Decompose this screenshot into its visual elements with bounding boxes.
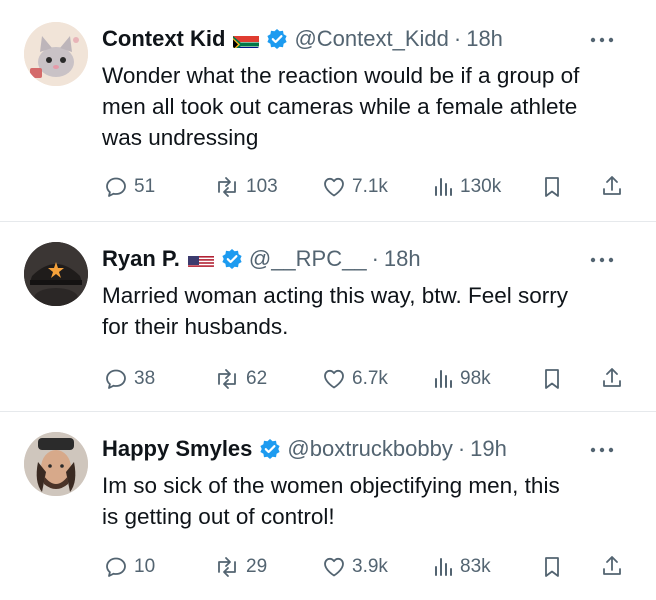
user-handle[interactable]: @boxtruckbobby (287, 434, 452, 464)
tweet-header: Ryan P. @__RPC__ · 18h (102, 244, 586, 274)
tweet-1[interactable]: Context Kid @Context_Kidd · 18h Wonder w… (0, 0, 656, 222)
separator-dot: · (457, 436, 466, 461)
tweet-text: Im so sick of the women objectifying men… (102, 473, 560, 529)
tweet-2[interactable]: Ryan P. @__RPC__ · 18h Married woman act… (0, 222, 656, 412)
share-icon[interactable] (600, 554, 624, 578)
tweet-header: Happy Smyles @boxtruckbobby · 19h (102, 434, 586, 464)
like-count: 6.7k (352, 368, 388, 389)
repost-icon (218, 557, 236, 577)
like-button[interactable]: 3.9k (322, 552, 388, 582)
repost-button[interactable]: 103 (214, 172, 278, 202)
repost-button[interactable]: 62 (214, 364, 267, 394)
views-count: 98k (460, 368, 491, 389)
timestamp[interactable]: 18h (466, 24, 503, 54)
repost-button[interactable]: 29 (214, 552, 267, 582)
like-count: 3.9k (352, 556, 388, 577)
like-button[interactable]: 7.1k (322, 172, 388, 202)
like-icon (324, 557, 344, 577)
more-icon[interactable] (588, 35, 616, 45)
reply-count: 10 (134, 556, 156, 577)
reply-count: 38 (134, 368, 156, 389)
reply-icon (106, 557, 126, 577)
reply-count: 51 (134, 176, 156, 197)
views-button[interactable]: 98k (432, 364, 491, 394)
tweet-actions: 10 29 3.9k 83k (0, 552, 656, 582)
reply-icon (106, 369, 126, 389)
views-button[interactable]: 83k (432, 552, 491, 582)
verified-badge-icon (221, 248, 243, 270)
verified-badge-icon (259, 438, 281, 460)
avatar-ryan-p[interactable] (24, 242, 88, 306)
timestamp[interactable]: 18h (384, 244, 421, 274)
user-handle[interactable]: @__RPC__ (249, 244, 367, 274)
verified-badge-icon (266, 28, 288, 50)
repost-count: 29 (246, 556, 268, 577)
tweet-header: Context Kid @Context_Kidd · 18h (102, 24, 586, 54)
views-icon (435, 370, 452, 388)
avatar-context-kid[interactable] (24, 22, 88, 86)
reply-button[interactable]: 51 (104, 172, 155, 202)
more-icon[interactable] (588, 445, 616, 455)
views-count: 83k (460, 556, 491, 577)
like-icon (324, 177, 344, 197)
tweet-text: Married woman acting this way, btw. Feel… (102, 283, 568, 339)
display-name[interactable]: Happy Smyles (102, 434, 252, 464)
tweet-actions: 38 62 6.7k 98k (0, 364, 656, 394)
bookmark-icon[interactable] (542, 555, 562, 579)
south-africa-flag-icon (233, 31, 260, 48)
repost-icon (218, 177, 236, 197)
reply-button[interactable]: 10 (104, 552, 155, 582)
repost-icon (218, 369, 236, 389)
avatar-happy-smyles[interactable] (24, 432, 88, 496)
bookmark-icon[interactable] (542, 367, 562, 391)
repost-count: 103 (246, 176, 278, 197)
usa-flag-icon (187, 251, 214, 268)
tweet-actions: 51 103 7.1k 130k (0, 172, 656, 202)
separator-dot: · (453, 26, 462, 51)
display-name[interactable]: Ryan P. (102, 244, 180, 274)
share-icon[interactable] (600, 366, 624, 390)
display-name[interactable]: Context Kid (102, 24, 225, 54)
views-button[interactable]: 130k (432, 172, 501, 202)
views-icon (435, 178, 452, 196)
timestamp[interactable]: 19h (470, 434, 507, 464)
separator-dot: · (371, 246, 379, 271)
views-count: 130k (460, 176, 502, 197)
repost-count: 62 (246, 368, 268, 389)
like-button[interactable]: 6.7k (322, 364, 388, 394)
views-icon (435, 558, 452, 576)
tweet-3[interactable]: Happy Smyles @boxtruckbobby · 19h Im so … (0, 412, 656, 600)
tweet-feed: Context Kid @Context_Kidd · 18h Wonder w… (0, 0, 656, 600)
reply-icon (106, 177, 126, 197)
like-icon (324, 369, 344, 389)
user-handle[interactable]: @Context_Kidd (294, 24, 448, 54)
tweet-text: Wonder what the reaction would be if a g… (102, 63, 580, 150)
more-icon[interactable] (588, 255, 616, 265)
share-icon[interactable] (600, 174, 624, 198)
reply-button[interactable]: 38 (104, 364, 155, 394)
bookmark-icon[interactable] (542, 175, 562, 199)
like-count: 7.1k (352, 176, 388, 197)
